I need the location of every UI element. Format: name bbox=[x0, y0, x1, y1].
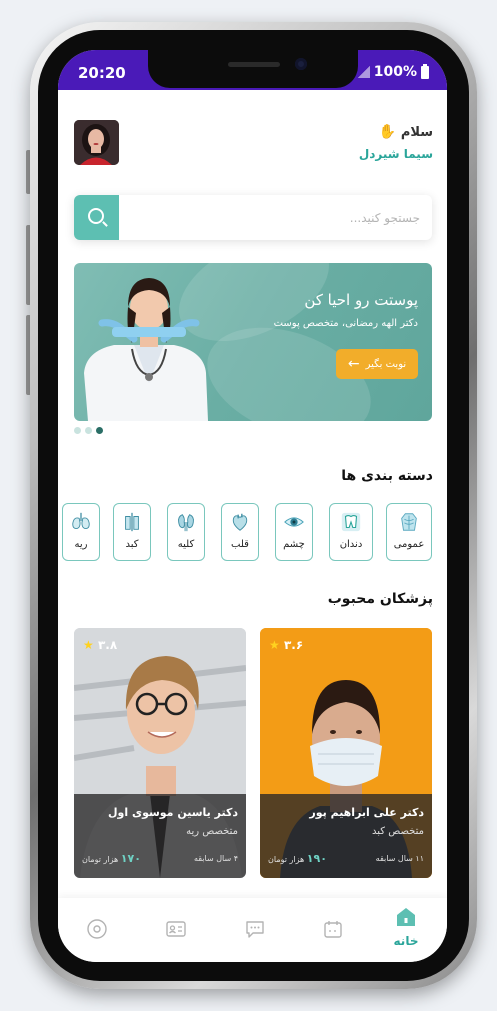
waving-hand-icon: ✋ bbox=[378, 124, 397, 140]
arrow-left-icon: ← bbox=[347, 356, 360, 372]
book-appointment-label: نوبت بگیر bbox=[365, 358, 407, 370]
greeting-block: سلام ✋ سیما شیردل bbox=[359, 124, 433, 161]
heart-icon bbox=[232, 513, 248, 531]
front-camera bbox=[295, 58, 307, 70]
greeting-text: سلام bbox=[400, 125, 433, 140]
price-value: ۱۹۰ bbox=[306, 852, 327, 865]
status-bar: 20:20 100% bbox=[58, 50, 447, 90]
category-label: قلب bbox=[231, 539, 249, 550]
price-value: ۱۷۰ bbox=[120, 852, 141, 865]
earpiece-speaker bbox=[228, 62, 280, 67]
eye-icon bbox=[284, 517, 304, 527]
search-bar bbox=[74, 195, 432, 240]
doctor-price: ۱۹۰ هزار تومان bbox=[268, 852, 327, 865]
category-label: چشم bbox=[283, 539, 305, 550]
star-icon: ★ bbox=[83, 638, 94, 652]
bottom-tab-bar: خانه bbox=[58, 898, 447, 962]
star-icon: ★ bbox=[269, 638, 280, 652]
price-unit: هزار تومان bbox=[82, 855, 119, 864]
avatar-photo bbox=[74, 120, 119, 165]
doctor-specialty: متخصص کبد bbox=[372, 826, 424, 837]
battery-percent: 100% bbox=[373, 64, 417, 80]
book-appointment-button[interactable]: نوبت بگیر ← bbox=[336, 349, 418, 379]
lung-icon bbox=[72, 512, 90, 530]
rating-badge: ★ ۳.۶ bbox=[269, 638, 303, 652]
body-icon bbox=[401, 513, 417, 531]
category-label: کبد bbox=[125, 539, 139, 550]
user-name: سیما شیردل bbox=[358, 147, 433, 161]
search-input[interactable] bbox=[124, 195, 424, 240]
category-lung[interactable]: ریه bbox=[62, 503, 100, 561]
chat-bubble-icon bbox=[246, 921, 264, 938]
categories-title: دسته بندی ها bbox=[341, 468, 433, 484]
tab-messages[interactable] bbox=[244, 918, 266, 940]
category-dental[interactable]: دندان bbox=[329, 503, 373, 561]
status-time: 20:20 bbox=[78, 64, 126, 82]
banner-pagination bbox=[74, 427, 103, 434]
category-general[interactable]: عمومی bbox=[386, 503, 432, 561]
tab-home[interactable]: خانه bbox=[389, 906, 423, 948]
banner-subtitle: دکتر الهه رمضانی، متخصص پوست bbox=[273, 318, 418, 329]
rating-value: ۳.۶ bbox=[283, 638, 304, 652]
notch bbox=[148, 50, 358, 88]
signal-icon bbox=[357, 66, 370, 78]
greeting-line: سلام ✋ bbox=[359, 124, 433, 140]
rating-badge: ★ ۳.۸ bbox=[83, 638, 117, 652]
app-screen: 20:20 100% سلام ✋ سیما شیردل جستجو کنید.… bbox=[58, 50, 447, 962]
category-kidney[interactable]: کلیه bbox=[167, 503, 205, 561]
liver-icon bbox=[125, 512, 139, 532]
price-unit: هزار تومان bbox=[268, 855, 305, 864]
doctor-info-overlay: دکتر علی ابراهیم پور متخصص کبد ۱۱ سال سا… bbox=[260, 794, 432, 878]
status-indicators: 100% bbox=[357, 63, 429, 80]
doctor-info-overlay: دکتر یاسین موسوی اول متخصص ریه ۴ سال ساب… bbox=[74, 794, 246, 878]
doctor-price: ۱۷۰ هزار تومان bbox=[82, 852, 141, 865]
doctor-experience: ۱۱ سال سابقه bbox=[375, 854, 424, 863]
tab-home-label: خانه bbox=[393, 934, 419, 948]
category-label: عمومی bbox=[393, 539, 425, 550]
rating-value: ۳.۸ bbox=[97, 638, 118, 652]
doctors-title: پزشکان محبوب bbox=[327, 591, 433, 607]
avatar[interactable] bbox=[74, 120, 119, 165]
doctor-illustration bbox=[84, 278, 208, 421]
pagination-dot[interactable] bbox=[74, 427, 81, 434]
doctor-name: دکتر یاسین موسوی اول bbox=[108, 806, 238, 819]
battery-icon bbox=[421, 63, 429, 79]
doctor-experience: ۴ سال سابقه bbox=[193, 854, 238, 863]
doctor-specialty: متخصص ریه bbox=[186, 826, 238, 837]
doctor-card[interactable]: ★ ۳.۶ دکتر علی ابراهیم پور متخصص کبد ۱۱ … bbox=[260, 628, 432, 878]
pagination-dot[interactable] bbox=[85, 427, 92, 434]
banner-title: پوستت رو احیا کن bbox=[304, 291, 418, 309]
category-label: دندان bbox=[339, 539, 363, 550]
doctor-card[interactable]: ★ ۳.۸ دکتر یاسین موسوی اول متخصص ریه ۴ س… bbox=[74, 628, 246, 878]
compass-icon bbox=[87, 919, 107, 939]
search-icon-handle bbox=[102, 221, 108, 227]
tab-appointments[interactable] bbox=[322, 918, 344, 940]
pagination-dot-active[interactable] bbox=[96, 427, 103, 434]
category-heart[interactable]: قلب bbox=[221, 503, 259, 561]
doctor-name: دکتر علی ابراهیم پور bbox=[309, 806, 424, 819]
tooth-icon bbox=[341, 512, 361, 532]
category-liver[interactable]: کبد bbox=[113, 503, 151, 561]
home-icon bbox=[397, 908, 415, 926]
category-eye[interactable]: چشم bbox=[275, 503, 313, 561]
search-button[interactable] bbox=[74, 195, 119, 240]
id-card-icon bbox=[166, 921, 186, 937]
categories-list: عمومی دندان چشم قلب کلیه کبد ریه bbox=[62, 503, 432, 561]
promo-banner[interactable]: پوستت رو احیا کن دکتر الهه رمضانی، متخصص… bbox=[74, 263, 432, 421]
tab-profile[interactable] bbox=[165, 918, 187, 940]
category-label: ریه bbox=[74, 539, 88, 550]
calendar-icon bbox=[324, 921, 342, 938]
kidney-icon bbox=[178, 514, 194, 532]
tab-explore[interactable] bbox=[86, 918, 108, 940]
category-label: کلیه bbox=[177, 539, 195, 550]
